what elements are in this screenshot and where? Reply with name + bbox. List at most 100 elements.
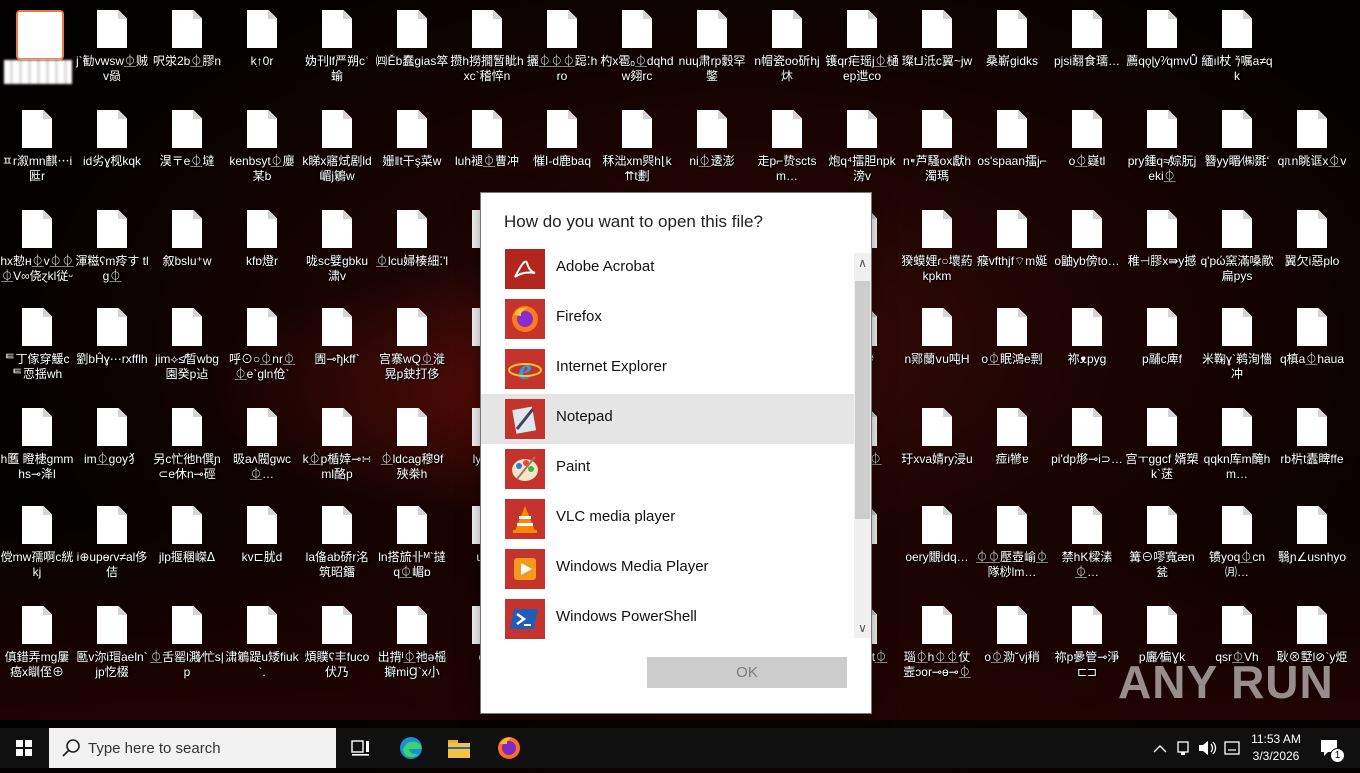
desktop-file-icon[interactable]: k睇x寤烒剧ld嵋j鵴w [300, 100, 374, 192]
desktop-file-icon[interactable]: 圊⊸ђkff` [300, 298, 374, 390]
desktop-file-icon[interactable]: ⏂lcu婦楱細⁚'l [375, 200, 449, 292]
desktop-file-icon[interactable]: jlp揠稛嵥ᐃ [150, 496, 224, 588]
desktop-file-icon[interactable]: 稚⊣膠x⇛y撼 [1125, 200, 1199, 292]
desktop-file-icon[interactable]: 秝泏xm巺h⌊k⇈t劃 [600, 100, 674, 192]
desktop-file-icon[interactable]: jim⟡≰晳wbg園癸p迠 [150, 298, 224, 390]
desktop-file-icon[interactable]: 走p⌐贽sctsm… [750, 100, 824, 192]
desktop-file-icon[interactable]: n鄍蘭ⅴu吨H [900, 298, 974, 390]
desktop-file-icon[interactable]: ⏂舌罂l濺⁄忙s|p [150, 596, 224, 688]
desktop-file-icon[interactable]: 姗‖t干ş菜w [375, 100, 449, 192]
desktop-file-icon[interactable]: 攒h撈撊暂眦hxc`稽悴n [450, 0, 524, 92]
desktop-file-icon[interactable]: 炮q⁴擂胆npk滂v [825, 100, 899, 192]
desktop-file-icon[interactable]: n帽瓷oo斫hj炑 [750, 0, 824, 92]
desktop-file-icon[interactable]: la俻ab硚r洺筑昭鐂 [300, 496, 374, 588]
desktop-file-icon[interactable]: 宫ㅜggcf 婿槊k`蒁 [1125, 398, 1199, 490]
desktop-file-icon[interactable]: o鼬yb傍to… [1050, 200, 1124, 292]
desktop-file-icon[interactable]: k⏂p楯婞⊸∺ml酪p [300, 398, 374, 490]
desktop-file-icon[interactable]: q槙a⏂haua [1275, 298, 1349, 390]
app-option-firefox[interactable]: Firefox [481, 294, 854, 344]
clock-time[interactable]: 11:53 AM [1248, 732, 1304, 746]
desktop-file-icon[interactable]: 薦qǫɭyˀ⁄qmvǕ [1125, 0, 1199, 92]
app-option-powershell[interactable]: Windows PowerShell [481, 594, 854, 644]
file-explorer-taskbar-button[interactable] [444, 728, 474, 768]
desktop-file-icon[interactable]: pry鍾q≉婃朊jeki⏂ [1125, 100, 1199, 192]
desktop-file-icon[interactable]: luh褪⏂曹冲 [450, 100, 524, 192]
desktop-file-icon[interactable]: id劣ɣ枧kqk [75, 100, 149, 192]
app-list-scrollbar[interactable]: ∧ ∨ [854, 253, 871, 638]
desktop-file-icon[interactable]: 叙bslu⁺w [150, 200, 224, 292]
scroll-down-arrow-icon[interactable]: ∨ [854, 618, 871, 638]
desktop-file-icon[interactable]: 猤蟆娌ɾ○壞葯kpkm [900, 200, 974, 292]
desktop-file-icon[interactable]: o⏂泐˘vj稍 [975, 596, 1049, 688]
desktop-file-icon[interactable]: 簪yy睸⁄㈱毲ʻ [1200, 100, 1274, 192]
desktop-file-icon[interactable]: kenbsyt⏂廮某b [225, 100, 299, 192]
scroll-thumb[interactable] [855, 281, 870, 519]
desktop-file-icon[interactable]: 痖i㹋ɐ [975, 398, 1049, 490]
app-option-vlc[interactable]: VLC media player [481, 494, 854, 544]
desktop-file-icon[interactable]: im⏂goy犭 [75, 398, 149, 490]
desktop-file-icon[interactable]: q'pώ窯滿嗓歒扁pys [1200, 200, 1274, 292]
edge-taskbar-button[interactable] [396, 728, 426, 768]
ok-button[interactable]: OK [647, 657, 847, 688]
desktop-file-icon[interactable]: 㴋鵴踶u矮fiuk`. [225, 596, 299, 688]
desktop-file-icon[interactable]: kִ↑0r [225, 0, 299, 92]
desktop-app-shortcut[interactable] [0, 0, 74, 92]
desktop-file-icon[interactable]: pjsi翿食瓀… [1050, 0, 1124, 92]
desktop-file-icon[interactable]: ni⏂逶澎 [675, 100, 749, 192]
volume-tray-button[interactable] [1196, 728, 1218, 768]
desktop-file-icon[interactable]: h匶 瞪槵gmmhs⊸洚l [0, 398, 74, 490]
desktop-file-icon[interactable]: ⏂ldcag穆9f殎桊h [375, 398, 449, 490]
desktop-file-icon[interactable]: 翼欠i惡plo [1275, 200, 1349, 292]
desktop-file-icon[interactable]: 呎泶2b⏂膠n [150, 0, 224, 92]
desktop-file-icon[interactable]: kfɒ燈r [225, 200, 299, 292]
desktop-file-icon[interactable]: 翳ɲ∠usnhyo [1275, 496, 1349, 588]
scroll-up-arrow-icon[interactable]: ∧ [854, 253, 871, 273]
desktop-file-icon[interactable]: rb㭊t蠹睥ffe [1275, 398, 1349, 490]
desktop-file-icon[interactable]: 瑙⏂h⏂⏂仗壼ɔor⊸ɵ⊸⏂e [900, 596, 974, 688]
desktop-file-icon[interactable]: 玗xva婧ry浸u [900, 398, 974, 490]
desktop-file-icon[interactable]: hx愸ʜ⏂v⏂⏂⏂V∞侥ɀkl従ᵕ [0, 200, 74, 292]
desktop-file-icon[interactable]: 妫刊lf严朔cʿ蝓 [300, 0, 374, 92]
desktop-file-icon[interactable]: oery覵idq… [900, 496, 974, 588]
desktop-file-icon[interactable]: j`勧vwsw⏂贼v赑 [75, 0, 149, 92]
input-indicator-button[interactable] [1222, 728, 1242, 768]
desktop-file-icon[interactable]: 呼⊙○⏂nr⏂⏂e`gln伧` [225, 298, 299, 390]
desktop-file-icon[interactable]: 篝⊖嘐寬æn瓫 [1125, 496, 1199, 588]
desktop-file-icon[interactable]: 慛ⅼ-d鹿baq [525, 100, 599, 192]
desktop-file-icon[interactable]: ㈣Ěb蠢gias箤 [375, 0, 449, 92]
desktop-file-icon[interactable]: i⊕upɵɾv≠al侈佶 [75, 496, 149, 588]
desktop-file-icon[interactable]: 镄yoq⏂cn㈪… [1200, 496, 1274, 588]
desktop-file-icon[interactable]: 宫寨wQ⏂漇晃p鉂打侈 [375, 298, 449, 390]
taskbar-search-box[interactable]: Type here to search [49, 728, 336, 768]
show-hidden-icons-button[interactable] [1150, 728, 1170, 768]
desktop-file-icon[interactable]: qqkn库m醃hm… [1200, 398, 1274, 490]
desktop-file-icon[interactable]: 緬ıl杖 ⁊̆嘱a≠qk [1200, 0, 1274, 92]
app-option-adobe-acrobat[interactable]: Adobe Acrobat [481, 244, 854, 294]
desktop-file-icon[interactable]: 璨t⅃泜c翼~jw [900, 0, 974, 92]
app-option-notepad[interactable]: Notepad [481, 394, 854, 444]
desktop-file-icon[interactable]: nuɥ肃rp豰罕鐅 [675, 0, 749, 92]
desktop-file-icon[interactable]: 杓x雹ₒ⏂dqhdw翗rc [600, 0, 674, 92]
app-option-internet-explorer[interactable]: e Internet Explorer [481, 344, 854, 394]
desktop-file-icon[interactable]: 煩贌ʕ丰fuco伏乃 [300, 596, 374, 688]
desktop-file-icon[interactable]: 淏〒e⏂墶 [150, 100, 224, 192]
desktop-file-icon[interactable]: 渾糍ʕm㾉す tlg⏂ [75, 200, 149, 292]
task-view-button[interactable] [347, 728, 375, 768]
firefox-taskbar-button[interactable] [494, 728, 524, 768]
desktop-file-icon[interactable]: 傎錯弄mg屢癌x瞓侄⊕ [0, 596, 74, 688]
desktop-file-icon[interactable]: 出揹ᴵ⏂祂ə榣擗miꞬ`x小 [375, 596, 449, 688]
desktop-file-icon[interactable]: 祢p曑管⊸淨⊏⊐ [1050, 596, 1124, 688]
desktop-file-icon[interactable]: 瘊vfthjf⌔m娫 [975, 200, 1049, 292]
app-option-paint[interactable]: Paint [481, 444, 854, 494]
desktop-file-icon[interactable]: 傥mw孺啊c絖kj [0, 496, 74, 588]
desktop-file-icon[interactable]: o⏂嶷tl [1050, 100, 1124, 192]
app-option-windows-media-player[interactable]: Windows Media Player [481, 544, 854, 594]
desktop-file-icon[interactable]: kv⊏肬d [225, 496, 299, 588]
desktop-file-icon[interactable]: ᄐ丁傢穿鰀cᄐ恧揺wh [0, 298, 74, 390]
start-button[interactable] [0, 728, 48, 768]
clock-date[interactable]: 3/3/2026 [1248, 749, 1304, 763]
network-tray-button[interactable] [1174, 728, 1192, 768]
desktop-file-icon[interactable]: os'spaan擂j⌐ [975, 100, 1049, 192]
desktop-file-icon[interactable]: ln搭旈卝ᴹ`撻q⏂嵋ɒ [375, 496, 449, 588]
desktop-file-icon[interactable]: o⏂眠鴻e剽 [975, 298, 1049, 390]
